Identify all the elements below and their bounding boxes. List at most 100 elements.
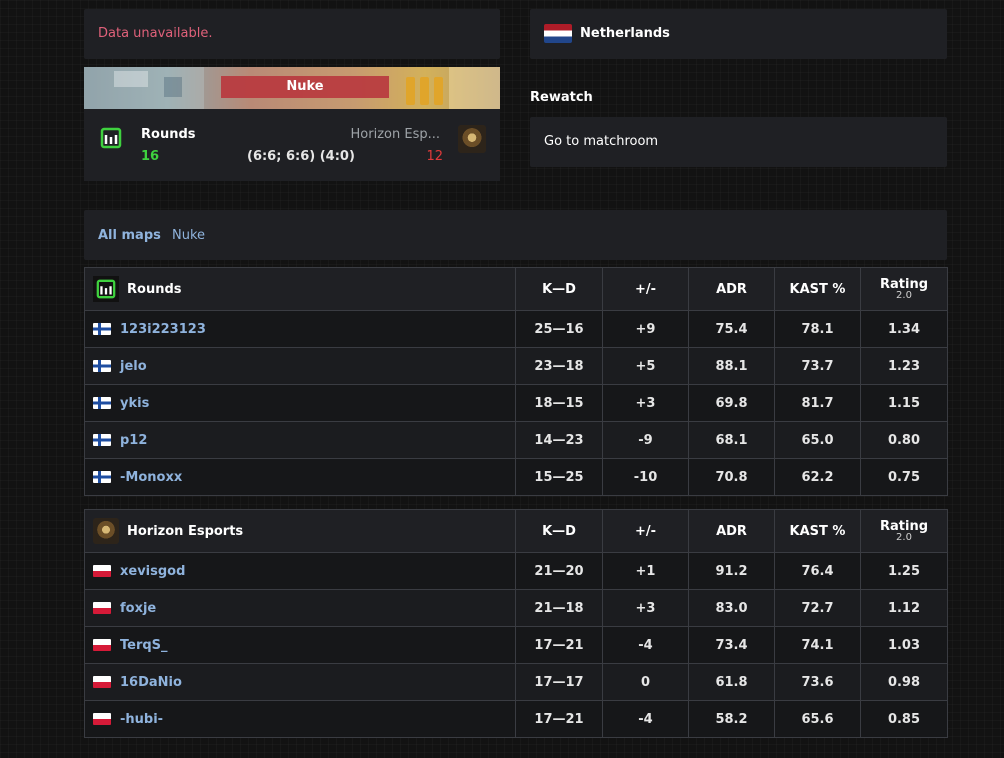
rating-header: Rating 2.0 xyxy=(860,509,948,553)
player-name-link[interactable]: p12 xyxy=(120,433,147,448)
matchroom-label: Go to matchroom xyxy=(544,134,659,149)
map-result-card[interactable]: Nuke Rounds 16 (6:6; 6:6) (4:0) Horizon … xyxy=(84,67,500,181)
kd-cell: 14—23 xyxy=(515,421,603,459)
table-row: ykis 18—15 +3 69.8 81.7 1.15 xyxy=(84,384,948,422)
left-team-score: 16 xyxy=(141,149,160,164)
right-team-score: 12 xyxy=(426,149,443,164)
table-row: foxje 21—18 +3 83.0 72.7 1.12 xyxy=(84,589,948,627)
kd-cell: 23—18 xyxy=(515,347,603,385)
table-row: xevisgod 21—20 +1 91.2 76.4 1.25 xyxy=(84,552,948,590)
kd-cell: 15—25 xyxy=(515,458,603,496)
kd-header: K—D xyxy=(515,509,603,553)
player-cell: ykis xyxy=(84,384,516,422)
tab-nuke[interactable]: Nuke xyxy=(172,228,205,243)
netherlands-flag-icon xyxy=(544,24,572,43)
country-name: Netherlands xyxy=(580,26,670,41)
horizon-stats-table: Horizon Esports K—D +/- ADR KAST % Ratin… xyxy=(84,509,948,738)
adr-cell: 91.2 xyxy=(688,552,775,590)
table-row: 16DaNio 17—17 0 61.8 73.6 0.98 xyxy=(84,663,948,701)
kd-cell: 17—17 xyxy=(515,663,603,701)
tab-all-maps[interactable]: All maps xyxy=(98,228,161,243)
kast-cell: 65.6 xyxy=(774,700,861,738)
kast-cell: 73.6 xyxy=(774,663,861,701)
kast-cell: 74.1 xyxy=(774,626,861,664)
team-header: Horizon Esports xyxy=(84,509,516,553)
rounds-logo-icon xyxy=(100,127,122,153)
player-name-link[interactable]: xevisgod xyxy=(120,564,185,579)
plus-minus-cell: -10 xyxy=(602,458,689,496)
kd-cell: 17—21 xyxy=(515,700,603,738)
adr-cell: 69.8 xyxy=(688,384,775,422)
player-cell: jelo xyxy=(84,347,516,385)
kast-cell: 72.7 xyxy=(774,589,861,627)
poland-flag-icon xyxy=(93,639,111,651)
kd-cell: 25—16 xyxy=(515,310,603,348)
plus-minus-cell: +9 xyxy=(602,310,689,348)
poland-flag-icon xyxy=(93,565,111,577)
player-name-link[interactable]: ykis xyxy=(120,396,149,411)
plus-minus-cell: +3 xyxy=(602,589,689,627)
error-message: Data unavailable. xyxy=(98,26,213,41)
rating-cell: 0.85 xyxy=(860,700,948,738)
kd-cell: 18—15 xyxy=(515,384,603,422)
player-name-link[interactable]: foxje xyxy=(120,601,156,616)
kd-cell: 17—21 xyxy=(515,626,603,664)
adr-header: ADR xyxy=(688,509,775,553)
rating-header: Rating 2.0 xyxy=(860,267,948,311)
kast-cell: 81.7 xyxy=(774,384,861,422)
player-cell: 123i223123 xyxy=(84,310,516,348)
kd-cell: 21—20 xyxy=(515,552,603,590)
adr-cell: 58.2 xyxy=(688,700,775,738)
adr-cell: 68.1 xyxy=(688,421,775,459)
player-cell: p12 xyxy=(84,421,516,459)
player-name-link[interactable]: jelo xyxy=(120,359,147,374)
kd-header: K—D xyxy=(515,267,603,311)
half-scores: (6:6; 6:6) (4:0) xyxy=(247,149,355,164)
horizon-logo-icon xyxy=(458,125,486,153)
adr-cell: 61.8 xyxy=(688,663,775,701)
rating-cell: 1.23 xyxy=(860,347,948,385)
finland-flag-icon xyxy=(93,434,111,446)
player-cell: TerqS_ xyxy=(84,626,516,664)
kast-cell: 62.2 xyxy=(774,458,861,496)
player-name-link[interactable]: -hubi- xyxy=(120,712,163,727)
player-name-link[interactable]: 123i223123 xyxy=(120,322,206,337)
rating-cell: 1.25 xyxy=(860,552,948,590)
player-cell: 16DaNio xyxy=(84,663,516,701)
player-cell: -Monoxx xyxy=(84,458,516,496)
plus-minus-header: +/- xyxy=(602,509,689,553)
player-cell: foxje xyxy=(84,589,516,627)
player-name-link[interactable]: -Monoxx xyxy=(120,470,182,485)
table-row: 123i223123 25—16 +9 75.4 78.1 1.34 xyxy=(84,310,948,348)
table-header-row: Horizon Esports K—D +/- ADR KAST % Ratin… xyxy=(84,509,948,553)
plus-minus-cell: -9 xyxy=(602,421,689,459)
adr-cell: 73.4 xyxy=(688,626,775,664)
go-to-matchroom-button[interactable]: Go to matchroom xyxy=(530,117,947,167)
player-cell: -hubi- xyxy=(84,700,516,738)
kast-cell: 76.4 xyxy=(774,552,861,590)
poland-flag-icon xyxy=(93,713,111,725)
rounds-logo-icon xyxy=(93,276,119,302)
adr-header: ADR xyxy=(688,267,775,311)
rating-cell: 1.03 xyxy=(860,626,948,664)
map-banner-image: Nuke xyxy=(84,67,500,109)
rating-cell: 1.15 xyxy=(860,384,948,422)
adr-cell: 83.0 xyxy=(688,589,775,627)
team-name: Rounds xyxy=(127,281,182,297)
right-team-name: Horizon Esp... xyxy=(350,127,440,142)
rewatch-heading: Rewatch xyxy=(530,90,593,105)
plus-minus-cell: +5 xyxy=(602,347,689,385)
finland-flag-icon xyxy=(93,323,111,335)
finland-flag-icon xyxy=(93,360,111,372)
data-unavailable-panel: Data unavailable. xyxy=(84,9,500,59)
kd-cell: 21—18 xyxy=(515,589,603,627)
rating-version: 2.0 xyxy=(896,532,912,543)
player-name-link[interactable]: 16DaNio xyxy=(120,675,182,690)
player-cell: xevisgod xyxy=(84,552,516,590)
map-tabs: All maps Nuke xyxy=(84,210,947,260)
table-row: TerqS_ 17—21 -4 73.4 74.1 1.03 xyxy=(84,626,948,664)
player-name-link[interactable]: TerqS_ xyxy=(120,638,168,653)
plus-minus-header: +/- xyxy=(602,267,689,311)
horizon-logo-icon xyxy=(93,518,119,544)
table-row: -Monoxx 15—25 -10 70.8 62.2 0.75 xyxy=(84,458,948,496)
